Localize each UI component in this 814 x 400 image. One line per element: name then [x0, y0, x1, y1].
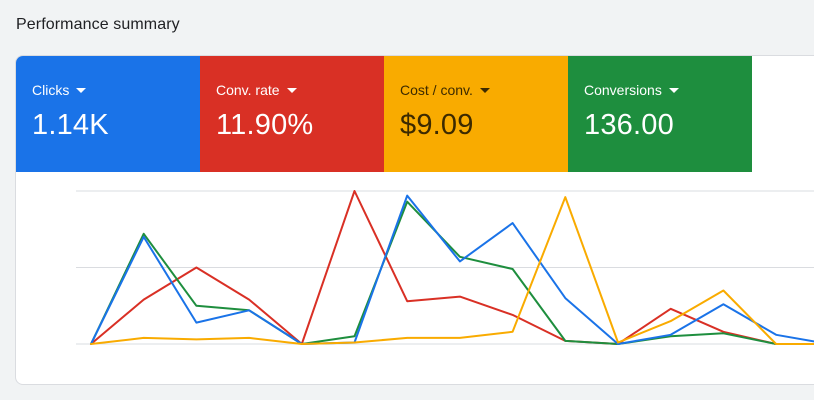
- dropdown-arrow-icon[interactable]: [479, 87, 490, 93]
- metric-tile-conv-rate[interactable]: Conv. rate 11.90%: [200, 56, 384, 172]
- metric-tiles: Clicks 1.14K Conv. rate 11.90% Cost / co…: [16, 56, 752, 172]
- dropdown-arrow-icon[interactable]: [668, 87, 679, 93]
- metric-value: $9.09: [400, 109, 474, 141]
- metric-tile-clicks[interactable]: Clicks 1.14K: [16, 56, 200, 172]
- performance-line-chart: [76, 190, 814, 345]
- page-title: Performance summary: [16, 16, 180, 33]
- dropdown-arrow-icon[interactable]: [286, 87, 297, 93]
- metric-label: Conversions: [584, 82, 662, 98]
- chart-gridlines: [76, 190, 814, 345]
- metric-value: 136.00: [584, 109, 674, 141]
- metric-tile-conversions[interactable]: Conversions 136.00: [568, 56, 752, 172]
- dropdown-arrow-icon[interactable]: [76, 87, 87, 93]
- metric-label: Cost / conv.: [400, 82, 473, 98]
- metric-value: 11.90%: [216, 109, 314, 141]
- performance-card: Clicks 1.14K Conv. rate 11.90% Cost / co…: [15, 55, 814, 385]
- metric-label: Conv. rate: [216, 82, 280, 98]
- metric-header[interactable]: Conv. rate: [216, 82, 384, 98]
- metric-value: 1.14K: [32, 109, 109, 141]
- metric-header[interactable]: Cost / conv.: [400, 82, 568, 98]
- metric-label: Clicks: [32, 82, 70, 98]
- metric-header[interactable]: Conversions: [584, 82, 752, 98]
- metric-tile-cost-per-conv[interactable]: Cost / conv. $9.09: [384, 56, 568, 172]
- metric-header[interactable]: Clicks: [32, 82, 200, 98]
